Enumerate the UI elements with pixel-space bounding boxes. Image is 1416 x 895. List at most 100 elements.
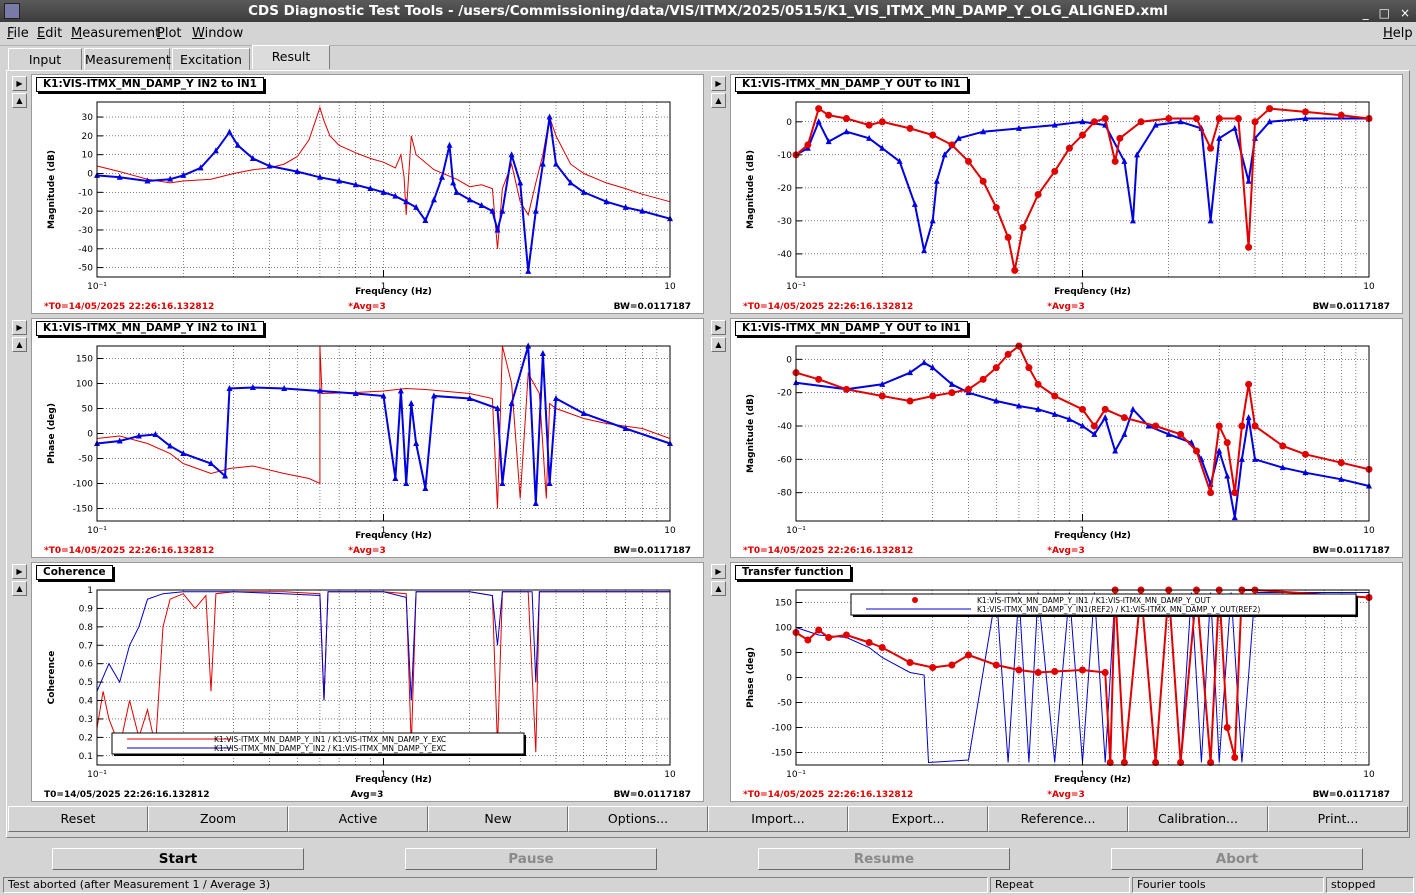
panel-4-options-icon[interactable]: ▶ [711,320,726,335]
data-point [453,188,460,195]
tab-input[interactable]: Input [8,48,82,70]
y-tick-label: 30 [82,113,94,123]
panel-1-up-icon[interactable]: ▲ [12,93,27,108]
data-point [878,392,886,400]
panel-5-up-icon[interactable]: ▲ [12,581,27,596]
plot-panel-magnitude-in2[interactable]: 30 20 10 0 -10 -20 -30 -40 -50 10⁻¹ 1 10 Frequency (… [31,74,704,314]
data-point [929,392,937,400]
data-point [1102,414,1109,421]
magnitude-plot[interactable]: 0-20-40-60-8010⁻¹ 1 10Frequency (Hz)Magnit… [731,319,1404,559]
x-axis-label: Frequency (Hz) [1054,775,1131,785]
plot-panel-phase-in2[interactable]: 150 100 50 0 -50 -100 -150 10⁻¹ 1 10 Frequency (Hz… [31,318,704,558]
tab-excitation[interactable]: Excitation [172,48,250,70]
close-icon[interactable]: × [1400,2,1410,24]
data-point [1231,514,1238,521]
panel-6-up-icon[interactable]: ▲ [711,581,726,596]
abort-button[interactable]: Abort [1111,848,1363,870]
x-tick-label: 10⁻¹ [786,282,806,292]
magnitude-plot[interactable]: 0-10-20-30-4010⁻¹ 1 10Frequency (Hz)Magnit… [731,75,1404,315]
panel-1-options-icon[interactable]: ▶ [12,76,27,91]
data-point [1224,472,1231,479]
resume-button[interactable]: Resume [758,848,1010,870]
legend[interactable]: K1:VIS-ITMX_MN_DAMP_Y_IN1 / K1:VIS-ITMX_… [850,593,1358,617]
data-point [1101,405,1109,413]
coherence-plot[interactable]: 10.90.80.70.60.50.40.30.20.110⁻¹ 1 10Frequ… [32,563,705,803]
menu-measurement[interactable]: Measurement [71,26,160,41]
tab-measurement[interactable]: Measurement [84,48,171,70]
data-point [1245,177,1252,184]
footer-avg: *Avg=3 [1047,302,1084,312]
active-button[interactable]: Active [288,806,428,832]
panel-6-options-icon[interactable]: ▶ [711,564,726,579]
y-tick-label: 0 [87,430,93,440]
y-axis-label: Phase (deg) [47,403,57,464]
zoom-button[interactable]: Zoom [148,806,288,832]
y-tick-label: 0.7 [79,641,93,651]
menu-window[interactable]: Window [192,26,243,41]
data-point [552,160,559,167]
menu-edit[interactable]: Edit [37,26,62,41]
data-point [532,500,539,506]
export-button[interactable]: Export... [848,806,988,832]
y-tick-label: 150 [76,355,93,365]
data-point [948,141,956,149]
data-point [906,659,914,666]
footer-bw: BW=0.0117187 [614,546,691,556]
menu-help[interactable]: Help [1383,26,1413,41]
import-button[interactable]: Import... [708,806,848,832]
options-button[interactable]: Options... [568,806,708,832]
reset-button[interactable]: Reset [8,806,148,832]
calibration-button[interactable]: Calibration... [1128,806,1268,832]
magnitude-plot[interactable]: 3020100-10-20-30-40-5010⁻¹ 1 10Frequency (… [32,75,705,315]
panel-4-up-icon[interactable]: ▲ [711,337,726,352]
new-button[interactable]: New [428,806,568,832]
data-point [1051,668,1059,675]
start-button[interactable]: Start [52,848,304,870]
phase-plot[interactable]: 150100500-50-100-15010⁻¹ 1 10Frequency (Hz… [32,319,705,559]
print-button[interactable]: Print... [1268,806,1408,832]
data-point [929,131,937,139]
y-tick-label: 0.6 [79,660,94,670]
data-point [1034,190,1042,198]
plot-panel-transfer-function[interactable]: 150 100 50 0 -50 -100 -150 10⁻¹ 1 10 Frequency (Hz… [730,562,1403,802]
data-point [1231,489,1239,497]
y-tick-label: 0.9 [79,604,94,614]
menu-file[interactable]: File [7,26,29,41]
data-point [1193,447,1201,455]
plot-panel-coherence[interactable]: 1 0.9 0.8 0.7 0.6 0.5 0.4 0.3 0.2 0.1 10⁻¹ 1 10 Frequ… [31,562,704,802]
panel-3-options-icon[interactable]: ▶ [12,320,27,335]
panel-3-up-icon[interactable]: ▲ [12,337,27,352]
plot-panel-magnitude-out-2[interactable]: 0 -20 -40 -60 -80 10⁻¹ 1 10 Frequency (Hz) Magnit… [730,318,1403,558]
data-point [825,111,833,119]
data-point [1301,450,1309,458]
legend[interactable]: K1:VIS-ITMX_MN_DAMP_Y_IN1 / K1:VIS-ITMX_… [111,732,526,756]
menu-plot[interactable]: Plot [157,26,182,41]
maximize-icon[interactable]: □ [1379,2,1390,24]
reference-button[interactable]: Reference... [988,806,1128,832]
y-axis-label: Magnitude (dB) [746,150,756,229]
data-point [815,105,823,113]
data-point [1251,118,1259,126]
y-tick-label: -20 [78,207,93,217]
y-tick-label: -40 [777,250,792,260]
y-axis-label: Phase (deg) [746,647,756,708]
plot-title: Coherence [36,565,113,580]
panel-2-options-icon[interactable]: ▶ [711,76,726,91]
minimize-icon[interactable]: _ [1363,2,1369,24]
panel-2-up-icon[interactable]: ▲ [711,93,726,108]
transfer-phase-plot[interactable]: 150100500-50-100-15010⁻¹ 1 10Frequency (Hz… [731,563,1404,803]
data-point [1004,233,1012,241]
data-point [825,634,833,641]
y-tick-label: -30 [777,217,792,227]
plot-panel-magnitude-out[interactable]: 0 -10 -20 -30 -40 10⁻¹ 1 10 Frequency (Hz) Magnit… [730,74,1403,314]
data-point [992,661,1000,669]
panel-5-options-icon[interactable]: ▶ [12,564,27,579]
app-icon[interactable] [4,3,20,19]
legend-marker [912,597,918,603]
tab-result[interactable]: Result [252,45,330,69]
pause-button[interactable]: Pause [405,848,657,870]
data-point [992,204,1000,212]
data-point [815,626,823,634]
y-axis-label: Magnitude (dB) [746,394,756,473]
data-point [964,157,972,165]
